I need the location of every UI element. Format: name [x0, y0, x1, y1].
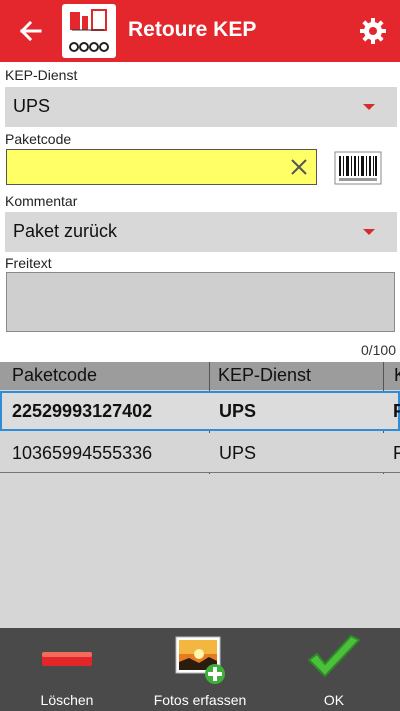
freitext-label: Freitext [5, 255, 52, 271]
app-logo [62, 4, 116, 58]
cell-paketcode: 22529993127402 [12, 401, 153, 421]
arrow-left-icon [19, 20, 42, 42]
barcode-icon [334, 151, 382, 185]
clear-icon[interactable] [288, 156, 310, 178]
kommentar-label: Kommentar [5, 193, 78, 209]
kep-dienst-select[interactable]: UPS [5, 87, 397, 127]
dropdown-caret-icon [363, 229, 375, 235]
cell-kep-dienst: UPS [219, 401, 257, 421]
char-counter: 0/100 [360, 342, 396, 358]
dropdown-caret-icon [363, 104, 375, 110]
ok-button[interactable]: OK [284, 628, 384, 711]
table-row[interactable]: 10365994555336 UPS F [0, 433, 400, 473]
cell-kommentar: F [393, 401, 400, 421]
delete-button[interactable]: Löschen [17, 628, 117, 711]
capture-photos-label: Fotos erfassen [153, 692, 247, 708]
kep-dienst-value: UPS [13, 96, 51, 116]
cell-paketcode: 10365994555336 [12, 443, 153, 463]
add-photo-icon [175, 636, 225, 684]
barcode-scan-button[interactable] [334, 151, 382, 185]
column-header-paketcode[interactable]: Paketcode [12, 365, 97, 386]
form-area: KEP-Dienst UPS Paketcode Kommentar Paket… [0, 62, 400, 362]
page-title: Retoure KEP [128, 18, 257, 41]
app-header: Retoure KEP [0, 0, 400, 62]
gear-icon [360, 18, 386, 44]
column-header-kommentar[interactable]: K [394, 365, 400, 386]
settings-button[interactable] [358, 16, 388, 46]
table-row[interactable]: 22529993127402 UPS F [0, 391, 400, 431]
back-button[interactable] [10, 14, 50, 48]
ok-label: OK [323, 692, 345, 708]
checkmark-icon [308, 635, 360, 677]
kommentar-select[interactable]: Paket zurück [5, 212, 397, 252]
freitext-textarea[interactable] [6, 272, 395, 332]
kep-dienst-label: KEP-Dienst [5, 67, 78, 83]
delete-label: Löschen [40, 692, 94, 708]
paketcode-label: Paketcode [5, 131, 72, 147]
column-header-kep-dienst[interactable]: KEP-Dienst [218, 365, 311, 386]
capture-photos-button[interactable]: Fotos erfassen [140, 628, 260, 711]
paketcode-input[interactable] [6, 149, 317, 185]
cell-kep-dienst: UPS [219, 443, 257, 463]
bottom-action-bar: Löschen Fotos erfassen OK [0, 628, 400, 711]
minus-icon [42, 652, 92, 666]
cell-kommentar: F [393, 443, 400, 463]
kommentar-value: Paket zurück [13, 221, 118, 241]
table-header: Paketcode KEP-Dienst K [0, 362, 400, 390]
